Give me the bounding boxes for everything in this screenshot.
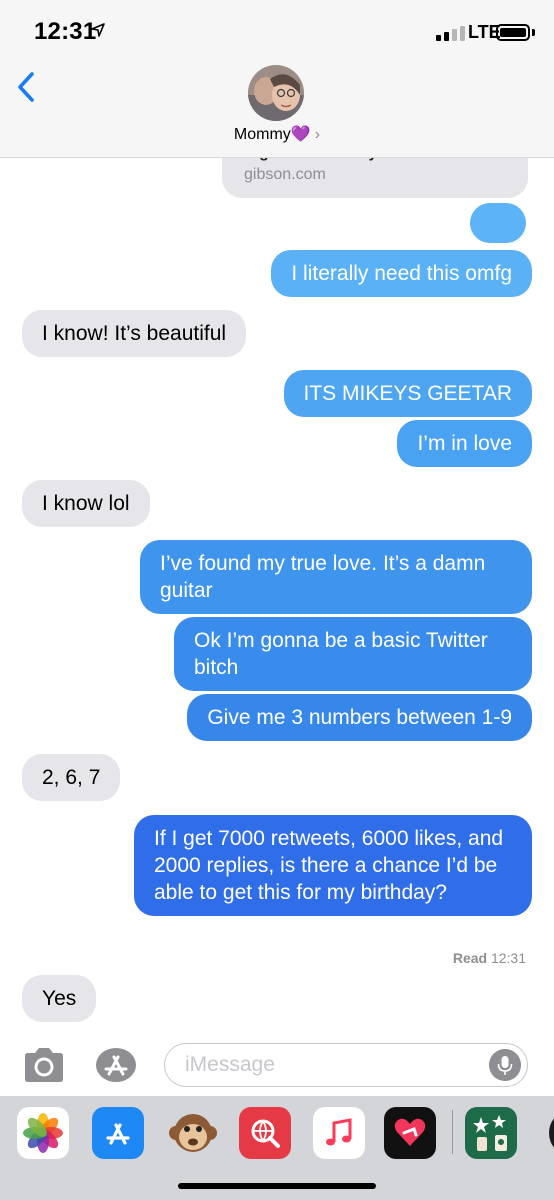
battery-icon	[496, 24, 530, 41]
contact-avatar[interactable]	[248, 65, 304, 121]
message-text: Ok I’m gonna be a basic Twitter bitch	[194, 629, 488, 679]
read-time: 12:31	[490, 950, 526, 966]
music-app-icon[interactable]	[313, 1107, 365, 1159]
message-bubble-outgoing[interactable]: I’m in love	[397, 420, 532, 467]
status-time: 12:31	[34, 18, 97, 45]
read-receipt: Read 12:31	[453, 950, 526, 966]
message-text: I know! It’s beautiful	[42, 322, 227, 345]
drawer-divider	[452, 1110, 453, 1154]
digital-touch-app-icon[interactable]	[384, 1107, 436, 1159]
images-search-app-icon[interactable]	[239, 1107, 291, 1159]
chevron-right-icon: ›	[314, 126, 321, 143]
message-text: 2, 6, 7	[42, 766, 101, 789]
photos-icon	[23, 1113, 63, 1153]
input-placeholder: iMessage	[185, 1053, 275, 1076]
conversation-header: 12:31 LTE Mommy💜 ›	[0, 0, 554, 158]
link-preview-domain: gibson.com	[244, 166, 326, 183]
back-chevron-icon[interactable]	[14, 70, 40, 104]
globe-search-icon	[251, 1119, 280, 1148]
music-note-icon	[326, 1118, 352, 1146]
message-bubble-outgoing[interactable]: I literally need this omfg	[271, 250, 532, 297]
monkey-icon	[169, 1114, 217, 1152]
penguin-icon	[549, 1118, 554, 1148]
message-bubble-incoming[interactable]: I know! It’s beautiful	[22, 310, 247, 357]
message-bubble-incoming[interactable]: 2, 6, 7	[22, 754, 121, 801]
app-store-app-icon[interactable]	[92, 1107, 144, 1159]
penguin-sticker-app-icon[interactable]	[536, 1107, 554, 1159]
battery-tip	[532, 29, 535, 36]
signal-strength-icon	[436, 26, 465, 41]
message-bubble-outgoing[interactable]: Give me 3 numbers between 1-9	[187, 694, 532, 741]
message-bubble-outgoing[interactable]: I’ve found my true love. It’s a damn gui…	[140, 540, 532, 614]
message-bubble-incoming[interactable]: Yes	[22, 975, 97, 1022]
photos-app-icon[interactable]	[17, 1107, 69, 1159]
message-input[interactable]: iMessage	[164, 1043, 528, 1087]
contact-name-button[interactable]: Mommy💜 ›	[0, 124, 554, 144]
message-text: Yes	[42, 987, 77, 1010]
contact-name: Mommy💜	[233, 126, 311, 143]
app-store-icon[interactable]	[94, 1045, 138, 1085]
message-bubble-incoming[interactable]: I know lol	[22, 480, 150, 527]
message-bubble-outgoing[interactable]: If I get 7000 retweets, 6000 likes, and …	[134, 815, 532, 916]
message-text: If I get 7000 retweets, 6000 likes, and …	[154, 827, 504, 904]
message-text: I literally need this omfg	[291, 262, 512, 285]
starbucks-sticker-icon	[473, 1115, 507, 1151]
message-bubble-outgoing[interactable]	[470, 203, 526, 243]
app-store-glyph-icon	[106, 1123, 130, 1145]
message-text: I know lol	[42, 492, 130, 515]
location-arrow-icon	[91, 23, 105, 37]
message-bubble-outgoing[interactable]: ITS MIKEYS GEETAR	[283, 370, 532, 417]
heart-icon	[394, 1118, 426, 1146]
animoji-app-icon[interactable]	[167, 1107, 219, 1159]
home-indicator[interactable]	[178, 1183, 376, 1189]
microphone-icon[interactable]	[489, 1049, 521, 1081]
starbucks-sticker-app-icon[interactable]	[465, 1107, 517, 1159]
message-text: I’ve found my true love. It’s a damn gui…	[160, 552, 486, 602]
message-text: ITS MIKEYS GEETAR	[303, 382, 512, 405]
message-text: I’m in love	[417, 432, 512, 455]
read-label: Read	[452, 950, 488, 966]
message-bubble-outgoing[interactable]: Ok I’m gonna be a basic Twitter bitch	[174, 617, 532, 691]
camera-icon[interactable]	[22, 1046, 66, 1084]
message-text: Give me 3 numbers between 1-9	[207, 706, 512, 729]
